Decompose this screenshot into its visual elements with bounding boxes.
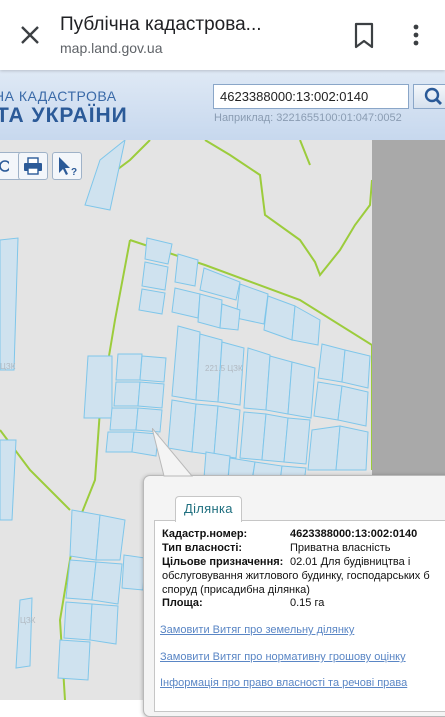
tab-parcel[interactable]: Ділянка bbox=[175, 496, 242, 522]
more-vert-icon bbox=[413, 24, 419, 46]
svg-text:?: ? bbox=[71, 167, 77, 178]
popup-pointer bbox=[152, 428, 194, 477]
search-button[interactable] bbox=[413, 84, 445, 109]
order-valuation-extract-link[interactable]: Замовити Витяг про нормативну грошову оц… bbox=[160, 651, 406, 663]
map-label: ЦЗК bbox=[20, 616, 36, 625]
map-label: ЦЗК bbox=[0, 362, 16, 371]
site-title-line2: ТА УКРАЇНИ bbox=[0, 104, 128, 127]
order-parcel-extract-link[interactable]: Замовити Витяг про земельну ділянку bbox=[160, 624, 354, 636]
ownership-info-link[interactable]: Інформація про право власності та речові… bbox=[160, 677, 407, 689]
identify-button[interactable]: ? bbox=[52, 152, 82, 180]
field-label-area: Площа: bbox=[162, 597, 203, 609]
bookmark-button[interactable] bbox=[350, 20, 378, 50]
field-value-purpose-line2: обслуговування житлового будинку, господ… bbox=[162, 570, 430, 582]
search-hint: Наприклад: 3221655100:01:047:0052 bbox=[214, 112, 402, 124]
bookmark-icon bbox=[354, 22, 374, 49]
field-label-cadastral-number: Кадастр.номер: bbox=[162, 528, 248, 540]
printer-icon bbox=[24, 157, 42, 175]
close-icon bbox=[21, 26, 39, 44]
field-label-ownership-type: Тип власності: bbox=[162, 542, 243, 554]
print-button[interactable] bbox=[18, 152, 48, 180]
cursor-help-icon: ? bbox=[59, 157, 77, 178]
field-value-purpose-line3: споруд (присадибна ділянка) bbox=[162, 584, 310, 596]
browser-toolbar: Публічна кадастрова... map.land.gov.ua bbox=[0, 0, 445, 70]
field-value-ownership-type: Приватна власність bbox=[290, 542, 391, 554]
page-url[interactable]: map.land.gov.ua bbox=[60, 40, 162, 56]
map-label: 221.5 ЦЗК bbox=[205, 364, 243, 373]
field-value-purpose: 02.01 Для будівництва і bbox=[290, 556, 411, 568]
cadastral-search-input[interactable] bbox=[213, 84, 409, 109]
close-button[interactable] bbox=[16, 21, 44, 49]
more-menu-button[interactable] bbox=[402, 20, 430, 50]
search-icon bbox=[424, 87, 442, 105]
map-tile-gap bbox=[372, 140, 445, 478]
page-title: Публічна кадастрова... bbox=[60, 14, 262, 35]
field-value-cadastral-number: 4623388000:13:002:0140 bbox=[290, 528, 418, 540]
field-label-purpose: Цільове призначення: bbox=[162, 556, 284, 568]
field-value-area: 0.15 га bbox=[290, 597, 325, 609]
site-title-line1: НА КАДАСТРОВА bbox=[0, 88, 117, 104]
tool-icon bbox=[0, 160, 9, 172]
